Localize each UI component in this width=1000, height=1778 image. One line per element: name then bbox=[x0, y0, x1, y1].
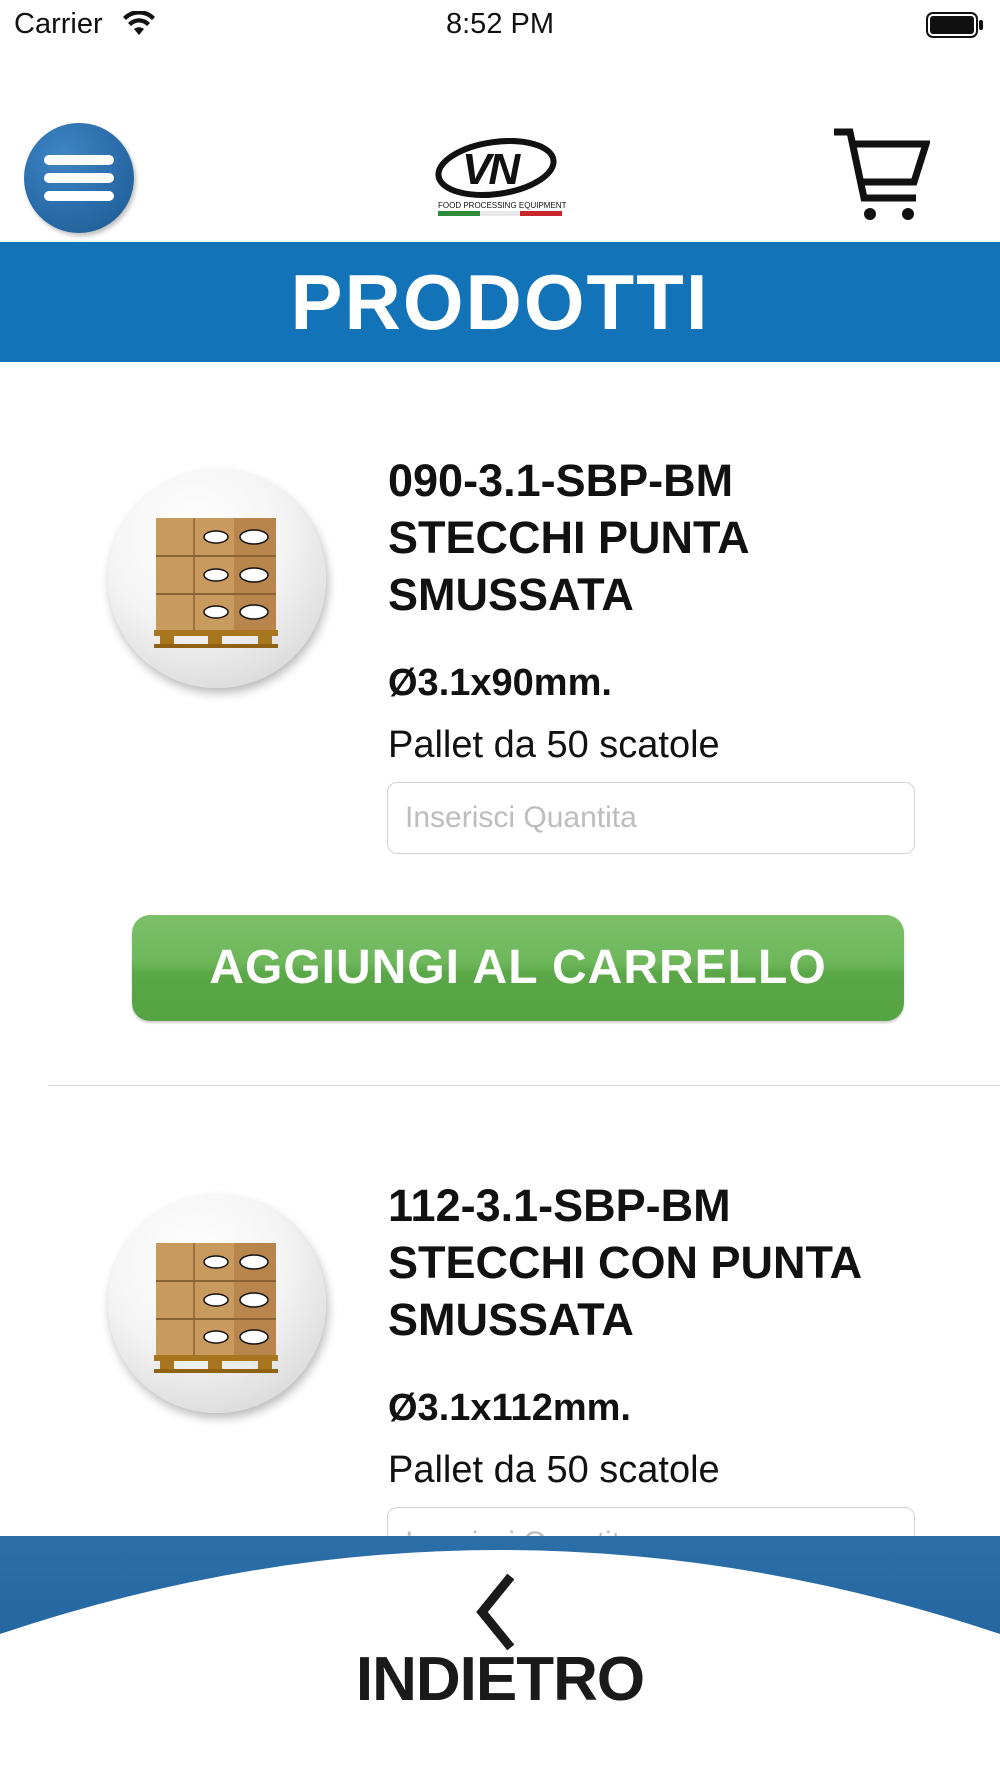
product-pallet-image[interactable] bbox=[108, 1195, 326, 1413]
clock: 8:52 PM bbox=[446, 8, 554, 40]
shopping-cart-icon[interactable] bbox=[830, 126, 930, 226]
product-code: 112-3.1-SBP-BM bbox=[388, 1180, 731, 1231]
divider bbox=[48, 1085, 1000, 1086]
title-banner: PRODOTTI bbox=[0, 242, 1000, 362]
pallet-boxes-image bbox=[154, 1243, 278, 1373]
product-pallet-image[interactable] bbox=[108, 470, 326, 688]
pallet-boxes-image bbox=[154, 518, 278, 648]
product-code: 090-3.1-SBP-BM bbox=[388, 455, 734, 506]
menu-button[interactable] bbox=[24, 123, 134, 233]
status-bar: Carrier 8:52 PM bbox=[0, 0, 1000, 50]
back-navigation-bar[interactable]: INDIETRO bbox=[0, 1536, 1000, 1778]
product-title: 090-3.1-SBP-BM STECCHI PUNTA SMUSSATA bbox=[388, 452, 948, 623]
chevron-left-icon bbox=[476, 1574, 515, 1650]
product-title: 112-3.1-SBP-BM STECCHI CON PUNTA SMUSSAT… bbox=[388, 1177, 948, 1348]
product-packaging: Pallet da 50 scatole bbox=[388, 724, 720, 766]
add-to-cart-button[interactable]: AGGIUNGI AL CARRELLO bbox=[132, 915, 904, 1021]
battery-icon bbox=[926, 12, 983, 38]
product-name-line: STECCHI CON PUNTA bbox=[388, 1237, 863, 1288]
logo-subtitle: FOOD PROCESSING EQUIPMENT bbox=[438, 201, 566, 210]
brand-logo: VN FOOD PROCESSING EQUIPMENT bbox=[435, 138, 566, 216]
product-packaging: Pallet da 50 scatole bbox=[388, 1449, 720, 1491]
product-dimensions: Ø3.1x112mm. bbox=[388, 1387, 631, 1429]
hamburger-menu-icon-bar bbox=[44, 191, 114, 201]
product-name-line: STECCHI PUNTA bbox=[388, 512, 750, 563]
page-title: PRODOTTI bbox=[290, 258, 710, 346]
add-to-cart-label: AGGIUNGI AL CARRELLO bbox=[209, 941, 827, 994]
product-name-line: SMUSSATA bbox=[388, 569, 634, 620]
quantity-input[interactable] bbox=[387, 782, 915, 854]
product-dimensions: Ø3.1x90mm. bbox=[388, 662, 612, 704]
product-name-line: SMUSSATA bbox=[388, 1294, 634, 1345]
hamburger-menu-icon bbox=[44, 155, 114, 165]
back-button-label: INDIETRO bbox=[355, 1645, 645, 1714]
hamburger-menu-icon-bar bbox=[44, 173, 114, 183]
logo-text: VN bbox=[462, 145, 521, 194]
